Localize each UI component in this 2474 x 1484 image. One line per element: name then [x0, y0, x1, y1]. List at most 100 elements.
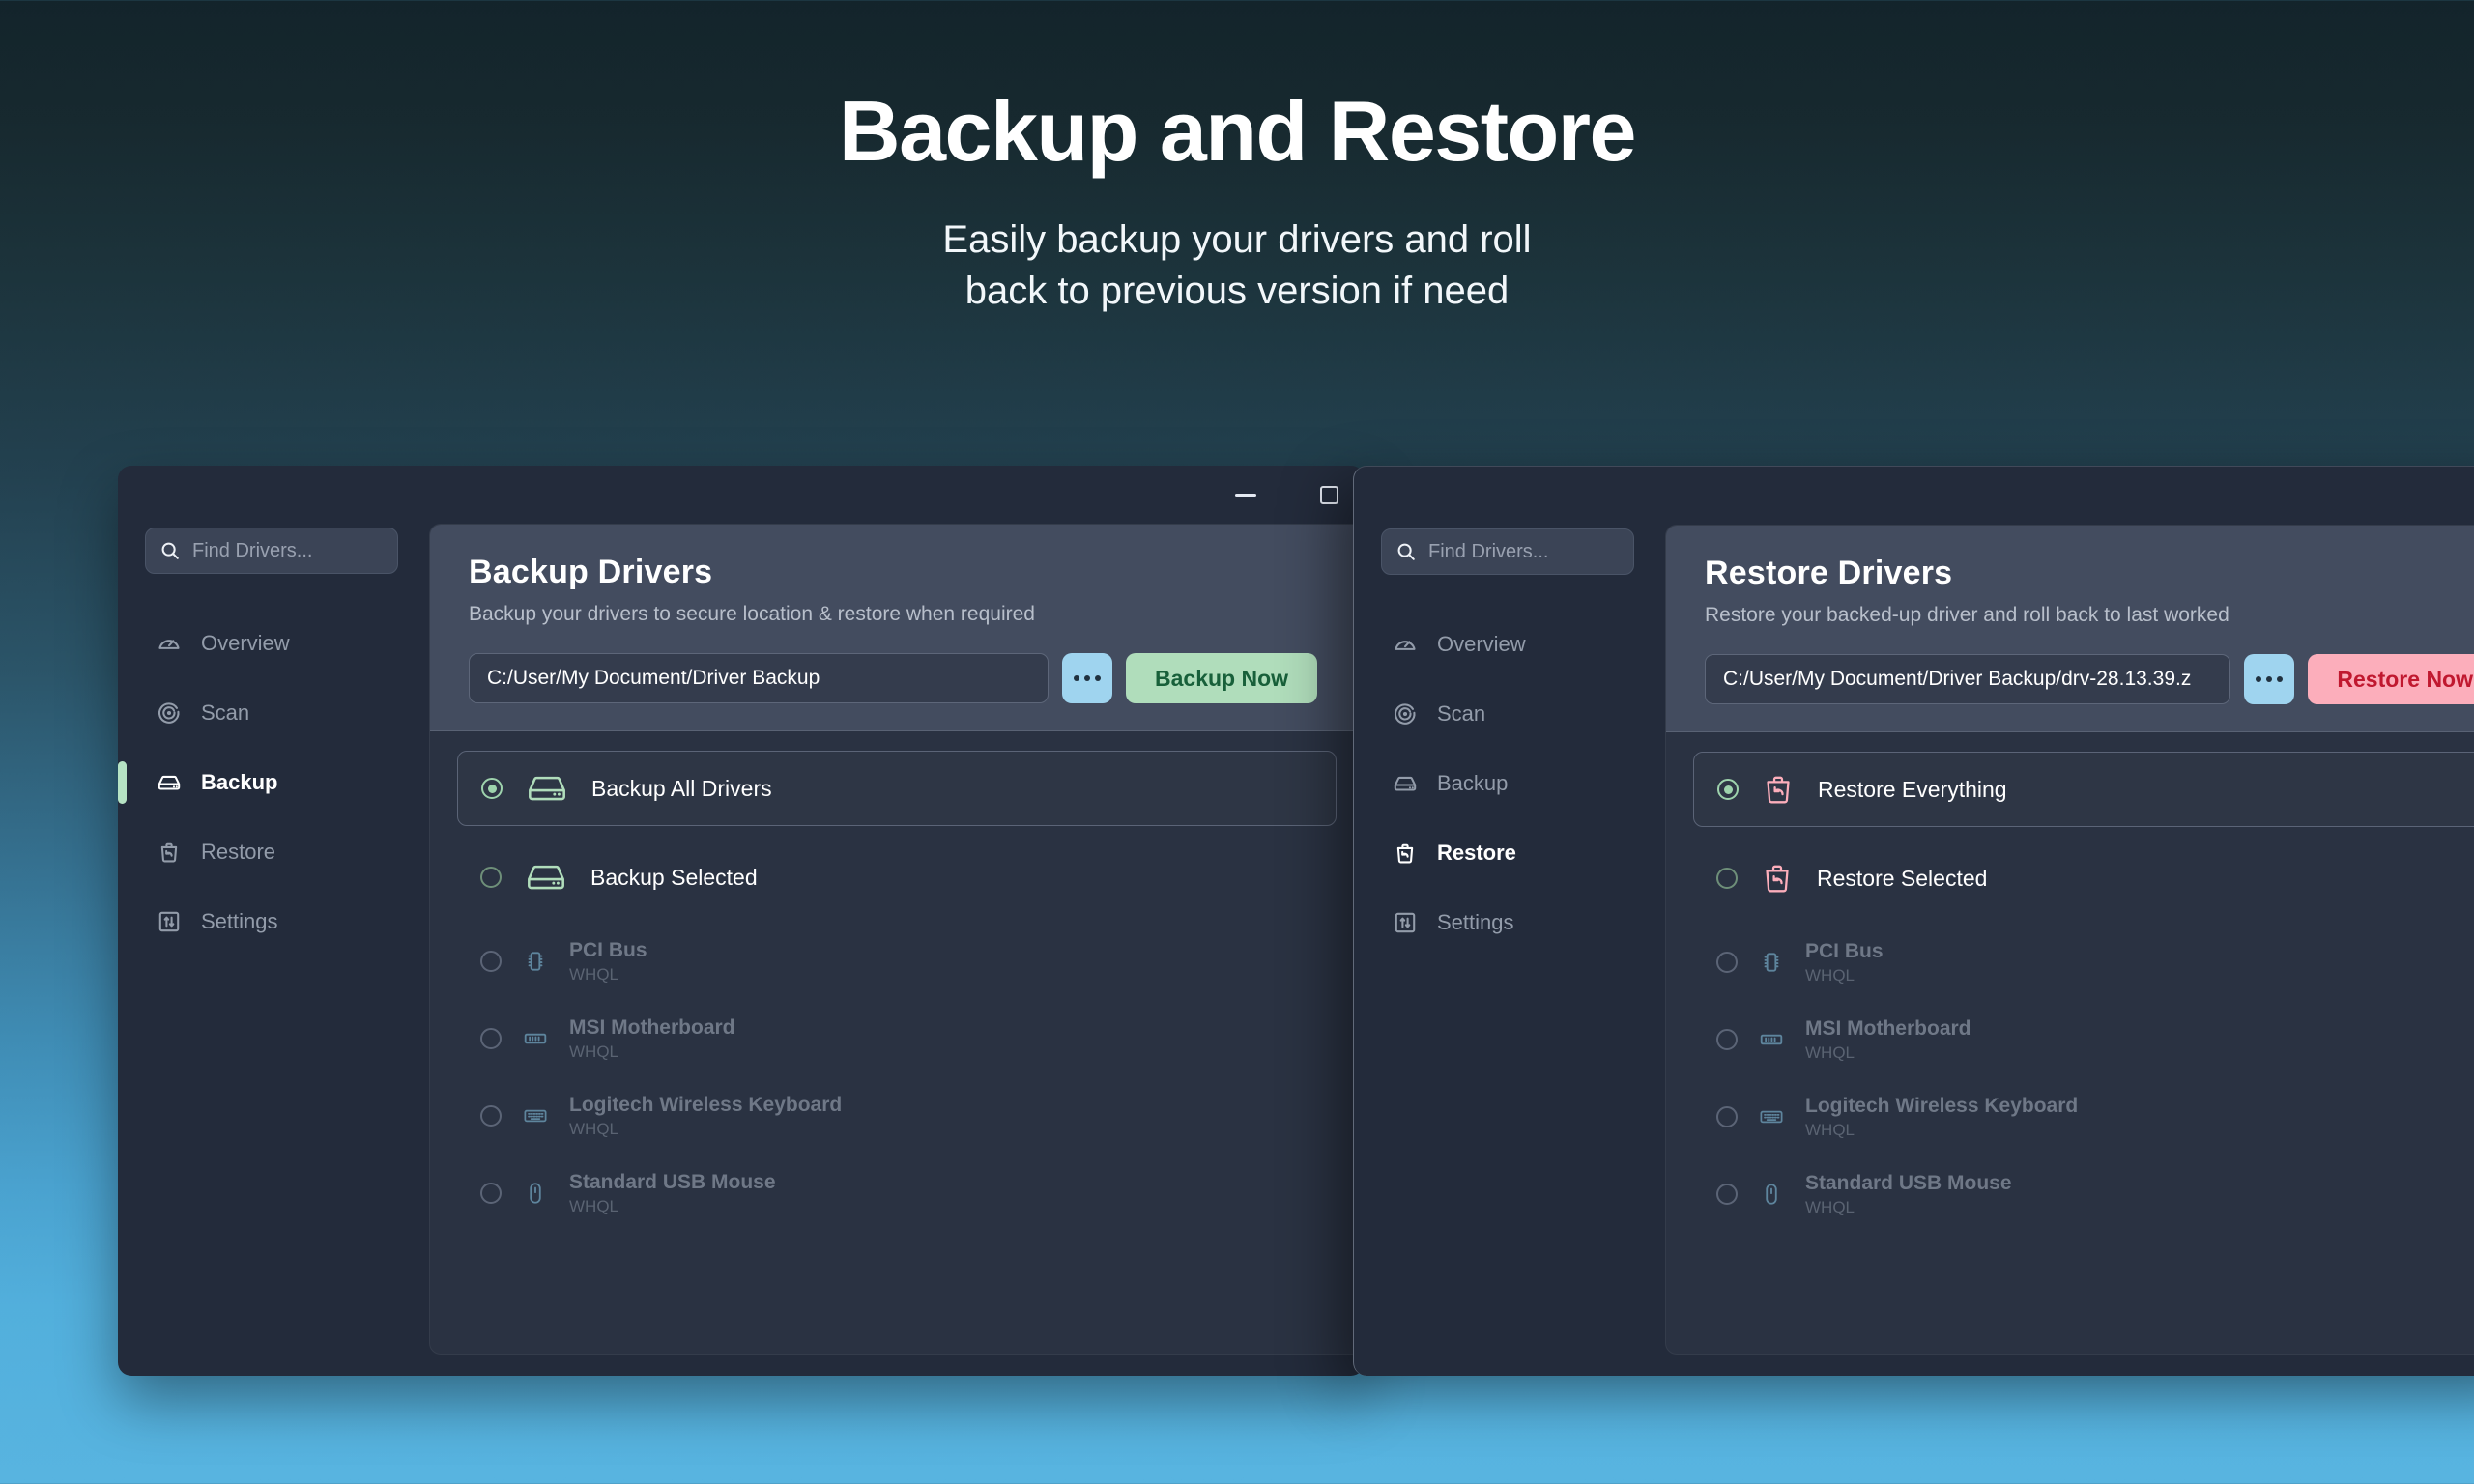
backup-mode-selected[interactable]: Backup Selected [457, 840, 1337, 915]
device-text: MSI Motherboard WHQL [569, 1016, 735, 1062]
restore-nav-list: Overview Scan [1381, 610, 1665, 957]
sidebar-item-settings[interactable]: Settings [1381, 888, 1665, 957]
page-title: Backup and Restore [0, 89, 2474, 174]
radio-device[interactable] [480, 1028, 502, 1049]
radio-restore-everything[interactable] [1717, 779, 1739, 800]
restore-mode-everything[interactable]: Restore Everything [1693, 752, 2474, 827]
keyboard-icon [1759, 1103, 1784, 1130]
restore-window: Find Drivers... Overview Sc [1353, 466, 2474, 1376]
ellipsis-icon [1074, 675, 1079, 681]
mouse-icon [523, 1180, 548, 1207]
sidebar-item-label: Restore [201, 840, 275, 865]
device-name: MSI Motherboard [569, 1016, 735, 1040]
sidebar-item-label: Restore [1437, 841, 1516, 866]
radio-backup-selected[interactable] [480, 867, 502, 888]
sidebar-item-overview[interactable]: Overview [1381, 610, 1665, 679]
mode-label: Restore Selected [1817, 866, 1987, 892]
sliders-icon [157, 909, 182, 934]
sidebar-item-backup[interactable]: Backup [1381, 749, 1665, 818]
page-subtitle-line-1: Easily backup your drivers and roll [0, 214, 2474, 266]
device-name: PCI Bus [569, 939, 647, 962]
sidebar-item-restore[interactable]: Restore [145, 817, 429, 887]
trash-restore-icon [157, 840, 182, 865]
search-input[interactable]: Find Drivers... [145, 528, 398, 574]
restore-path-row: C:/User/My Document/Driver Backup/drv-28… [1705, 654, 2474, 704]
radio-device[interactable] [1716, 952, 1738, 973]
radio-device[interactable] [1716, 1029, 1738, 1050]
radio-device[interactable] [480, 1105, 502, 1127]
search-icon [1395, 541, 1417, 562]
radio-device[interactable] [1716, 1106, 1738, 1127]
backup-mode-all-drivers[interactable]: Backup All Drivers [457, 751, 1337, 826]
keyboard-icon [523, 1102, 548, 1129]
table-row[interactable]: PCI Bus WHQL [457, 930, 1337, 992]
backup-nav-list: Overview Scan [145, 609, 429, 956]
radio-device[interactable] [1716, 1184, 1738, 1205]
device-text: PCI Bus WHQL [569, 939, 647, 985]
device-name: Standard USB Mouse [569, 1171, 776, 1194]
device-status: WHQL [569, 1120, 842, 1139]
trash-restore-icon [1393, 841, 1418, 866]
maximize-icon [1320, 486, 1338, 504]
panel-title: Backup Drivers [469, 554, 1325, 591]
sidebar-item-scan[interactable]: Scan [145, 678, 429, 748]
restore-sidebar: Find Drivers... Overview Sc [1354, 525, 1665, 1355]
search-input[interactable]: Find Drivers... [1381, 528, 1634, 575]
sidebar-item-backup[interactable]: Backup [145, 748, 429, 817]
sidebar-item-scan[interactable]: Scan [1381, 679, 1665, 749]
restore-path-input[interactable]: C:/User/My Document/Driver Backup/drv-28… [1705, 654, 2230, 704]
sidebar-item-label: Overview [201, 631, 290, 656]
mouse-icon [1759, 1181, 1784, 1208]
device-status: WHQL [1805, 966, 1884, 985]
device-name: MSI Motherboard [1805, 1017, 1971, 1041]
drive-icon [1393, 771, 1418, 796]
table-row[interactable]: PCI Bus WHQL [1693, 931, 2474, 993]
backup-now-button[interactable]: Backup Now [1126, 653, 1317, 703]
panel-subtitle: Restore your backed-up driver and roll b… [1705, 604, 2474, 627]
table-row[interactable]: Logitech Wireless Keyboard WHQL [1693, 1086, 2474, 1148]
device-name: PCI Bus [1805, 940, 1884, 963]
device-status: WHQL [1805, 1198, 2012, 1217]
sidebar-item-settings[interactable]: Settings [145, 887, 429, 956]
radio-device[interactable] [480, 951, 502, 972]
backup-window-body: Find Drivers... Overview Sc [118, 524, 1365, 1376]
restore-panel-header: Restore Drivers Restore your backed-up d… [1666, 526, 2474, 732]
table-row[interactable]: Standard USB Mouse WHQL [457, 1162, 1337, 1224]
backup-path-input[interactable]: C:/User/My Document/Driver Backup [469, 653, 1049, 703]
ellipsis-icon [2256, 676, 2261, 682]
radio-device[interactable] [480, 1183, 502, 1204]
sidebar-item-label: Backup [1437, 771, 1508, 796]
maximize-button[interactable] [1316, 482, 1341, 507]
minimize-button[interactable] [1233, 482, 1258, 507]
sidebar-item-overview[interactable]: Overview [145, 609, 429, 678]
device-text: Logitech Wireless Keyboard WHQL [569, 1094, 842, 1139]
radio-restore-selected[interactable] [1716, 868, 1738, 889]
search-icon [159, 540, 181, 561]
sliders-icon [1393, 910, 1418, 935]
sidebar-item-label: Settings [201, 909, 278, 934]
restore-content-panel: Restore Drivers Restore your backed-up d… [1665, 525, 2474, 1355]
device-text: Logitech Wireless Keyboard WHQL [1805, 1095, 2078, 1140]
mode-label: Restore Everything [1818, 777, 2007, 803]
hero-section: Backup and Restore Easily backup your dr… [0, 0, 2474, 317]
radio-backup-all[interactable] [481, 778, 503, 799]
restore-browse-button[interactable] [2244, 654, 2294, 704]
table-row[interactable]: Standard USB Mouse WHQL [1693, 1163, 2474, 1225]
mode-label: Backup All Drivers [591, 776, 772, 802]
device-status: WHQL [569, 1042, 735, 1062]
sidebar-item-label: Backup [201, 770, 277, 795]
trash-restore-icon [1761, 859, 1794, 898]
restore-mode-selected[interactable]: Restore Selected [1693, 841, 2474, 916]
table-row[interactable]: MSI Motherboard WHQL [1693, 1009, 2474, 1070]
ellipsis-icon [2266, 676, 2272, 682]
gauge-icon [157, 631, 182, 656]
sidebar-item-restore[interactable]: Restore [1381, 818, 1665, 888]
table-row[interactable]: MSI Motherboard WHQL [457, 1008, 1337, 1070]
restore-now-button[interactable]: Restore Now [2308, 654, 2474, 704]
table-row[interactable]: Logitech Wireless Keyboard WHQL [457, 1085, 1337, 1147]
gauge-icon [1393, 632, 1418, 657]
backup-list-area: Backup All Drivers Backup Selected [430, 731, 1364, 1354]
device-status: WHQL [569, 1197, 776, 1216]
backup-browse-button[interactable] [1062, 653, 1112, 703]
radar-icon [157, 700, 182, 726]
